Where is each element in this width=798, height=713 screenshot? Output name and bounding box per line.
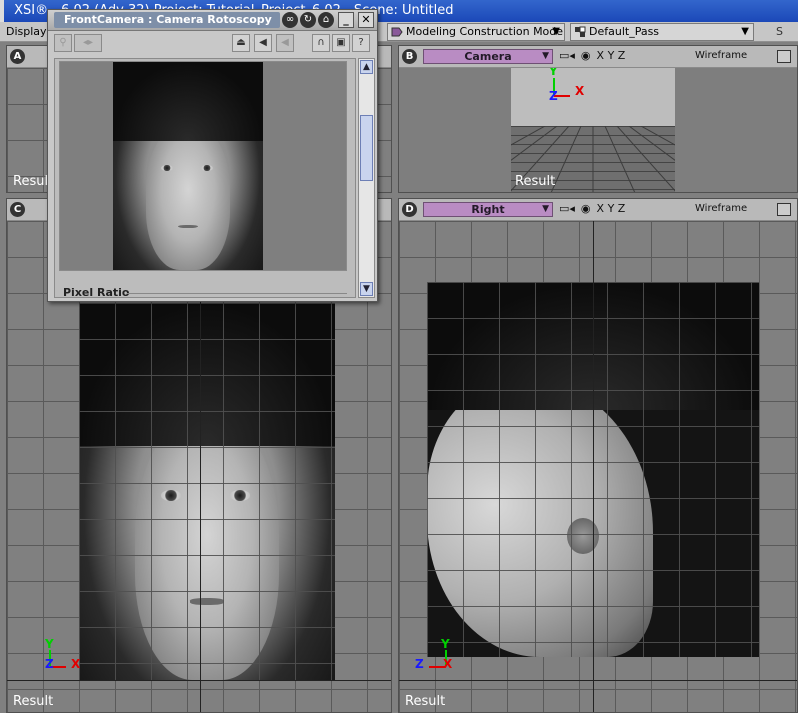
strip-end-label: S bbox=[776, 25, 783, 38]
axis-x-label: X bbox=[575, 84, 585, 98]
close-icon[interactable]: ✕ bbox=[358, 12, 374, 28]
construction-mode-combo[interactable]: Modeling Construction Mode ▼ bbox=[387, 23, 565, 41]
front-reference-photo bbox=[79, 303, 335, 680]
chevron-down-icon: ▼ bbox=[552, 26, 560, 37]
help-icon[interactable]: ? bbox=[352, 34, 370, 52]
axis-y-label: Y bbox=[441, 637, 450, 651]
viewport-b-tools: ▭◂ ◉ X Y Z bbox=[559, 49, 631, 62]
camera-icon[interactable]: ▭◂ bbox=[559, 202, 575, 215]
viewport-b-camera-menu[interactable]: Camera ▼ bbox=[423, 49, 553, 64]
viewport-b-letter[interactable]: B bbox=[402, 49, 417, 64]
viewport-d-axis-vertical bbox=[593, 221, 594, 712]
pixel-ratio-label: Pixel Ratio bbox=[63, 286, 130, 298]
eye-icon[interactable]: ◉ bbox=[581, 49, 591, 62]
scroll-thumb[interactable] bbox=[360, 115, 373, 181]
chevron-down-icon: ▼ bbox=[542, 204, 549, 214]
axis-x-label: X bbox=[443, 657, 453, 671]
viewport-d-tools: ▭◂ ◉ X Y Z bbox=[559, 202, 631, 215]
key-icon[interactable]: ⚲ bbox=[54, 34, 72, 52]
construction-mode-icon bbox=[391, 27, 403, 37]
pixel-ratio-divider bbox=[127, 293, 347, 294]
back-icon[interactable]: ◀ bbox=[254, 34, 272, 52]
camera-icon[interactable]: ▭◂ bbox=[559, 49, 575, 62]
viewport-d[interactable]: D Right ▼ ▭◂ ◉ X Y Z Wireframe Y X Z Resul… bbox=[398, 198, 798, 713]
preview-face bbox=[146, 124, 230, 270]
chevron-down-icon: ▼ bbox=[542, 51, 549, 61]
axis-z-label: Z bbox=[549, 89, 558, 103]
viewport-d-canvas[interactable] bbox=[399, 221, 797, 712]
title-left-edge bbox=[0, 0, 4, 22]
dialog-body: Pixel Ratio bbox=[54, 58, 356, 298]
maximize-icon[interactable] bbox=[777, 50, 791, 63]
dialog-title-bar[interactable]: FrontCamera : Camera Rotoscopy ∞ ↻ ⌂ _ ✕ bbox=[48, 10, 377, 31]
preview-photo bbox=[113, 62, 263, 270]
preview-left-eye bbox=[161, 165, 173, 171]
viewport-d-camera-menu[interactable]: Right ▼ bbox=[423, 202, 553, 217]
axis-x-label: X bbox=[71, 657, 81, 671]
viewport-d-shading-menu[interactable]: Wireframe bbox=[695, 203, 747, 214]
viewport-d-letter[interactable]: D bbox=[402, 202, 417, 217]
magnet-icon[interactable]: ∩ bbox=[312, 34, 330, 52]
axis-y-label: Y bbox=[549, 68, 558, 78]
viewport-c-axis-horizontal bbox=[7, 680, 391, 681]
dialog-scrollbar[interactable]: ▲ ▼ bbox=[358, 58, 375, 298]
settings-icon[interactable]: ▣ bbox=[332, 34, 350, 52]
render-pass-value: Default_Pass bbox=[589, 25, 660, 38]
scroll-down-icon[interactable]: ▼ bbox=[360, 282, 373, 296]
viewport-d-result-label: Result bbox=[405, 694, 446, 709]
viewport-b[interactable]: B Camera ▼ ▭◂ ◉ X Y Z Wireframe Y X Z Re… bbox=[398, 45, 798, 193]
axis-z-label: Z bbox=[415, 657, 424, 671]
preview-mouth bbox=[177, 224, 199, 229]
viewport-b-shading-menu[interactable]: Wireframe bbox=[695, 50, 747, 61]
chevron-down-icon: ▼ bbox=[741, 26, 749, 37]
rotoscope-preview bbox=[59, 61, 347, 271]
preview-hair bbox=[113, 62, 263, 142]
dialog-toolbar: ⚲ ◂▸ ⏏ ◀ ◀ ∩ ▣ ? bbox=[48, 32, 377, 56]
axis-z-label: Z bbox=[45, 657, 54, 671]
forward-icon[interactable]: ◀ bbox=[276, 34, 294, 52]
viewport-b-side-left bbox=[399, 68, 511, 192]
maximize-icon[interactable] bbox=[777, 203, 791, 216]
viewport-d-axis-horizontal bbox=[399, 680, 797, 681]
eye-icon[interactable]: ◉ bbox=[581, 202, 591, 215]
viewport-b-axes-label[interactable]: X Y Z bbox=[597, 49, 626, 62]
prev-next-icon[interactable]: ◂▸ bbox=[74, 34, 102, 52]
viewport-b-side-right bbox=[675, 68, 797, 192]
viewport-b-header: B Camera ▼ ▭◂ ◉ X Y Z Wireframe bbox=[399, 46, 797, 68]
viewport-b-camera-label: Camera bbox=[464, 50, 512, 63]
viewport-a-letter[interactable]: A bbox=[10, 49, 25, 64]
lock-icon[interactable]: ⌂ bbox=[318, 12, 334, 28]
camera-rotoscopy-dialog: FrontCamera : Camera Rotoscopy ∞ ↻ ⌂ _ ✕… bbox=[47, 9, 378, 302]
pass-icon bbox=[575, 26, 586, 37]
preview-right-eye bbox=[201, 165, 214, 171]
viewport-d-header: D Right ▼ ▭◂ ◉ X Y Z Wireframe bbox=[399, 199, 797, 221]
viewport-c-result-label: Result bbox=[13, 694, 54, 709]
construction-mode-value: Modeling Construction Mode bbox=[406, 25, 564, 38]
viewport-c-letter[interactable]: C bbox=[10, 202, 25, 217]
viewport-d-camera-label: Right bbox=[471, 203, 505, 216]
render-pass-combo[interactable]: Default_Pass ▼ bbox=[570, 23, 754, 41]
menu-display[interactable]: Display bbox=[6, 25, 47, 38]
viewport-d-axes-label[interactable]: X Y Z bbox=[597, 202, 626, 215]
viewport-b-result-label: Result bbox=[515, 174, 556, 189]
scroll-up-icon[interactable]: ▲ bbox=[360, 60, 373, 74]
refresh-icon[interactable]: ↻ bbox=[300, 12, 316, 28]
dialog-title: FrontCamera : Camera Rotoscopy bbox=[54, 12, 280, 28]
front-photo-grid bbox=[79, 303, 335, 680]
axis-y-label: Y bbox=[45, 637, 54, 651]
load-icon[interactable]: ⏏ bbox=[232, 34, 250, 52]
glasses-icon[interactable]: ∞ bbox=[282, 12, 298, 28]
minimize-icon[interactable]: _ bbox=[338, 12, 354, 28]
